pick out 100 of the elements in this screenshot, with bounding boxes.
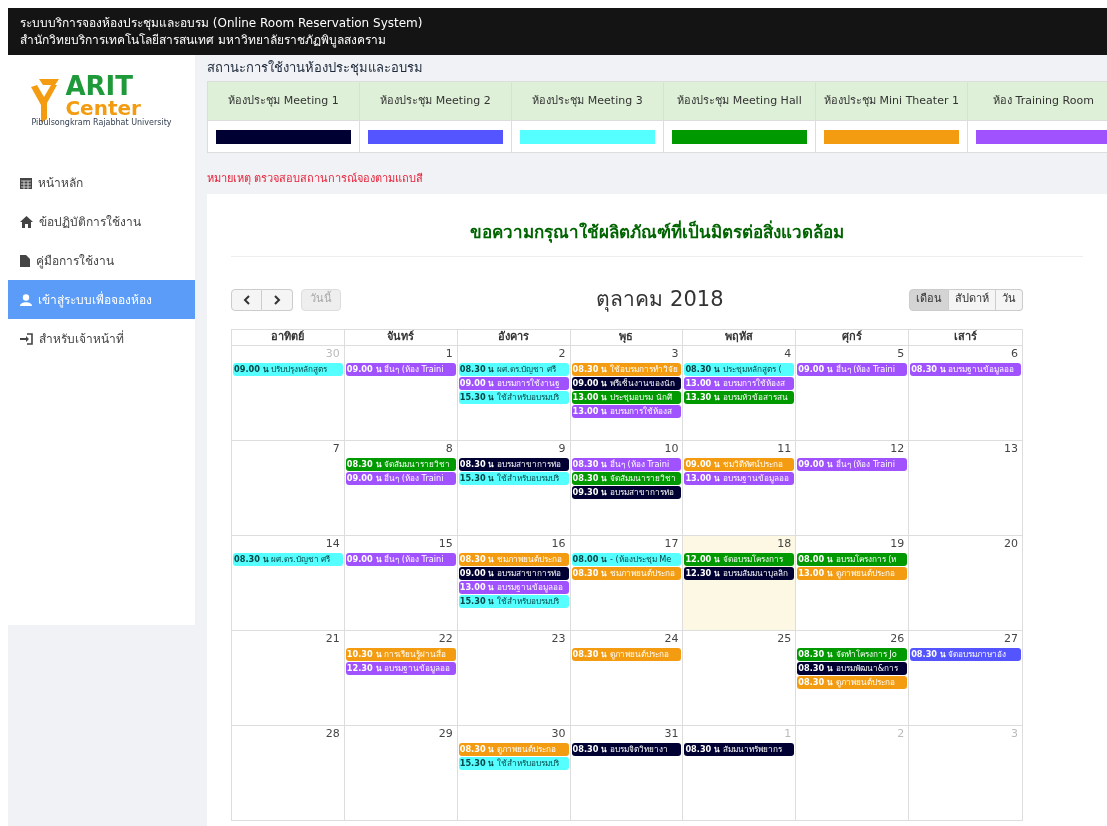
user-icon [20,293,32,306]
calendar-event[interactable]: 08.30 น จัดสัมมนารายวิชา [571,471,682,485]
day-number: 27 [1004,630,1018,647]
calendar-event[interactable]: 09.00 น อื่นๆ (ห้อง Traini [797,362,908,376]
day-number: 3 [1011,725,1018,742]
day-number: 30 [325,345,340,362]
day-number: 4 [784,345,792,362]
calendar-event[interactable]: 08.30 น ดูภาพยนต์ประกอ [797,675,908,689]
weekday-header: อาทิตย์ [271,330,305,344]
day-number: 28 [325,725,340,742]
calendar-event[interactable]: 08.30 น อบรมฐานข้อมูลออ [910,362,1021,376]
day-number: 8 [445,440,453,457]
day-number: 2 [897,725,905,742]
calendar-event[interactable]: 12.30 น อบรมสัมมนาบุลลิก [684,566,795,580]
calendar-event[interactable]: 15.30 น ใช้สำหรับอบรมปริ [458,471,569,485]
weekday-header: ศุกร์ [842,330,863,344]
calendar-title: ตุลาคม 2018 [596,285,724,314]
calendar-event[interactable]: 12.00 น จัดอบรมโครงการ [684,552,795,566]
calendar-event[interactable]: 09.00 น พรีเซ็นงานของนัก [571,376,682,390]
sidebar-item[interactable]: คู่มือการใช้งาน [8,241,195,280]
calendar-event[interactable]: 08.00 น - (ห้องประชุม Me [571,552,682,566]
previous-button[interactable] [231,288,262,311]
header-title: ระบบบริการจองห้องประชุมและอบรม (Online Room Reservation System) [20,14,424,32]
calendar-event[interactable]: 09.00 น อื่นๆ (ห้อง Traini [345,552,456,566]
calendar-event[interactable]: 15.30 น ใช้สำหรับอบรมปริ [458,756,569,770]
day-number: 20 [1004,535,1018,552]
banner-text: ขอความกรุณาใช้ผลิตภัณฑ์ที่เป็นมิตรต่อสิ่งแวดล้อม [231,194,1083,257]
calendar-event[interactable]: 08.30 น ผศ.ดร.บัญชา ศรี [233,552,343,566]
calendar-event[interactable]: 08.00 น อบรมโครงการ (ห [797,552,908,566]
logo-text: Center [65,98,141,118]
calendar-event[interactable]: 08.30 น อบรมพัฒนา&การ [797,661,908,675]
calendar-event[interactable]: 09.00 น อบรมสาขาการท่อ [458,566,569,580]
calendar-event[interactable]: 08.30 น ใช้อบรมการทำวิจัย [571,362,682,376]
header-subtitle: สำนักวิทยบริการเทคโนโลยีสารสนเทศ มหาวิทยาลัยราชภัฏพิบูลสงคราม [20,31,387,49]
day-number: 9 [558,440,566,457]
calendar-event[interactable]: 08.30 น ชมภาพยนต์ประกอ [458,552,569,566]
calendar-event[interactable]: 09.30 น อบรมสาขาการท่อ [571,485,682,499]
day-number: 13 [1004,440,1018,457]
day-number: 15 [438,535,453,552]
calendar-event[interactable]: 13.00 น อบรมการใช้ห้องส [571,404,682,418]
sign-in-icon [20,332,33,345]
calendar-event[interactable]: 12.30 น อบรมฐานข้อมูลออ [345,661,456,675]
view-tab[interactable]: วัน [996,288,1023,311]
calendar-event[interactable]: 08.30 น ดูภาพยนต์ประกอ [571,647,682,661]
day-number: 11 [777,440,792,457]
calendar-event[interactable]: 13.00 น อบรมฐานข้อมูลออ [458,580,569,594]
day-number: 3 [671,345,679,362]
day-number: 14 [325,535,340,552]
view-tab[interactable]: สัปดาห์ [949,288,996,311]
calendar-event[interactable]: 13.00 น ดูภาพยนต์ประกอ [797,566,908,580]
day-number: 18 [777,535,792,552]
weekday-header: อังคาร [498,330,530,344]
day-number: 29 [438,725,453,742]
note-text: หมายเหตุ ตรวจสอบสถานการณ์จองตามแถบสี [207,171,425,187]
section-title: สถานะการใช้งานห้องประชุมและอบรม [207,59,424,78]
calendar-event[interactable]: 13.00 น อบรมการใช้ห้องส [684,376,795,390]
calendar-event[interactable]: 08.30 น จัดอบรมภาษาอัง [910,647,1021,661]
calendar-event[interactable]: 13.00 น ประชุมอบรม นักศึ [571,390,682,404]
table-header-cell: ห้องประชุม Meeting 2 [360,82,511,120]
sidebar-item[interactable]: ข้อปฏิบัติการใช้งาน [8,202,195,241]
calendar-event[interactable]: 08.30 น จัดทำโครงการ Jo [797,647,908,661]
day-number: 23 [551,630,566,647]
calendar-event[interactable]: 08.30 น จัดสัมมนารายวิชา [345,457,456,471]
calendar-event[interactable]: 09.00 น ชมวิดีทัศน์ประกอ [684,457,795,471]
calendar-event[interactable]: 08.30 น อื่นๆ (ห้อง Traini [571,457,682,471]
table-header-cell: ห้อง Training Room [968,82,1107,120]
day-number: 19 [890,535,905,552]
chevron-left-icon [242,294,251,305]
calendar-event[interactable]: 09.00 น อื่นๆ (ห้อง Traini [797,457,908,471]
day-number: 12 [890,440,905,457]
next-button[interactable] [262,288,293,311]
calendar-event[interactable]: 13.30 น อบรมหัวข้อสารสน [684,390,795,404]
day-number: 24 [664,630,679,647]
calendar-event[interactable]: 13.00 น อบรมฐานข้อมูลออ [684,471,795,485]
day-number: 1 [784,725,792,742]
sidebar-item[interactable]: หน้าหลัก [8,163,195,202]
calendar-event[interactable]: 09.00 น อบรมการใช้งานฐ [458,376,569,390]
calendar-event[interactable]: 09.00 น อื่นๆ (ห้อง Traini [345,362,456,376]
calendar-event[interactable]: 09.00 น อื่นๆ (ห้อง Traini [345,471,456,485]
day-number: 16 [551,535,566,552]
weekday-header: พุธ [619,330,634,344]
day-number: 25 [777,630,792,647]
calendar-event[interactable]: 08.30 น ชมภาพยนต์ประกอ [571,566,682,580]
calendar-event[interactable]: 08.30 น ประชุมหลักสูตร ( [684,362,795,376]
calendar-event[interactable]: 09.00 น ปรับปรุงหลักสูตร [233,362,343,376]
home-icon [20,215,33,228]
sidebar-item[interactable]: เข้าสู่ระบบเพื่อจองห้อง [8,280,195,319]
calendar-event[interactable]: 15.30 น ใช้สำหรับอบรมปริ [458,390,569,404]
calendar-event[interactable]: 08.30 น ผศ.ดร.บัญชา ศรี [458,362,569,376]
day-number: 30 [551,725,566,742]
calendar-event[interactable]: 08.30 น ดูภาพยนต์ประกอ [458,742,569,756]
view-tab[interactable]: เดือน [909,288,949,311]
day-number: 17 [664,535,679,552]
calendar-event[interactable]: 08.30 น อบรมจิตวิทยางา [571,742,682,756]
calendar-event[interactable]: 10.30 น การเรียนรู้ผ่านสื่อ [345,647,456,661]
table-header-cell: ห้องประชุม Meeting Hall [664,82,815,120]
calendar-event[interactable]: 08.30 น อบรมสาขาการท่อ [458,457,569,471]
calendar-event[interactable]: 15.30 น ใช้สำหรับอบรมปริ [458,594,569,608]
calendar-event[interactable]: 08.30 น สัมมนาทรัพยากร [684,742,795,756]
sidebar-item[interactable]: สำหรับเจ้าหน้าที่ [8,319,195,358]
